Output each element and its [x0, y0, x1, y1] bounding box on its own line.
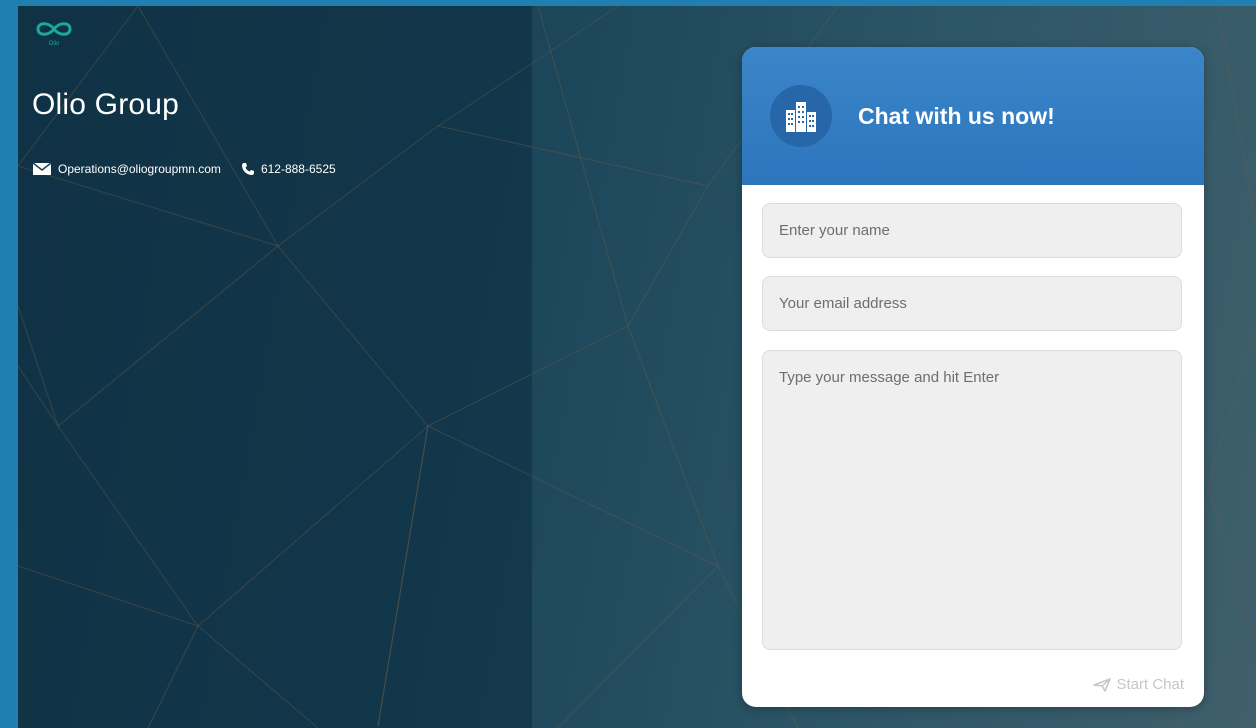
infinity-logo-icon: Olio [36, 22, 72, 47]
phone-icon [241, 163, 254, 175]
envelope-icon [32, 162, 52, 175]
background-stage: Olio Olio Group Operations@oliogroupmn.c… [18, 6, 1256, 728]
buildings-icon [786, 102, 816, 132]
chat-avatar [770, 85, 832, 147]
chat-widget: Chat with us now! Start Chat [742, 47, 1204, 707]
contact-info: Operations@oliogroupmn.com 612-888-6525 [32, 162, 356, 176]
chat-header: Chat with us now! [742, 47, 1204, 185]
name-input[interactable] [762, 203, 1182, 258]
paper-plane-icon [1093, 677, 1112, 692]
contact-phone[interactable]: 612-888-6525 [241, 162, 336, 176]
contact-email-text: Operations@oliogroupmn.com [58, 162, 221, 176]
logo-text: Olio [49, 41, 60, 47]
chat-title: Chat with us now! [858, 103, 1055, 129]
contact-phone-text: 612-888-6525 [260, 162, 336, 176]
page-title: Olio Group [32, 88, 180, 121]
email-input[interactable] [762, 276, 1182, 331]
message-input[interactable] [762, 350, 1182, 650]
start-chat-label: Start Chat [1116, 676, 1184, 693]
contact-email[interactable]: Operations@oliogroupmn.com [32, 162, 221, 176]
start-chat-button[interactable]: Start Chat [1093, 676, 1184, 693]
page: Olio Olio Group Operations@oliogroupmn.c… [0, 0, 1256, 728]
